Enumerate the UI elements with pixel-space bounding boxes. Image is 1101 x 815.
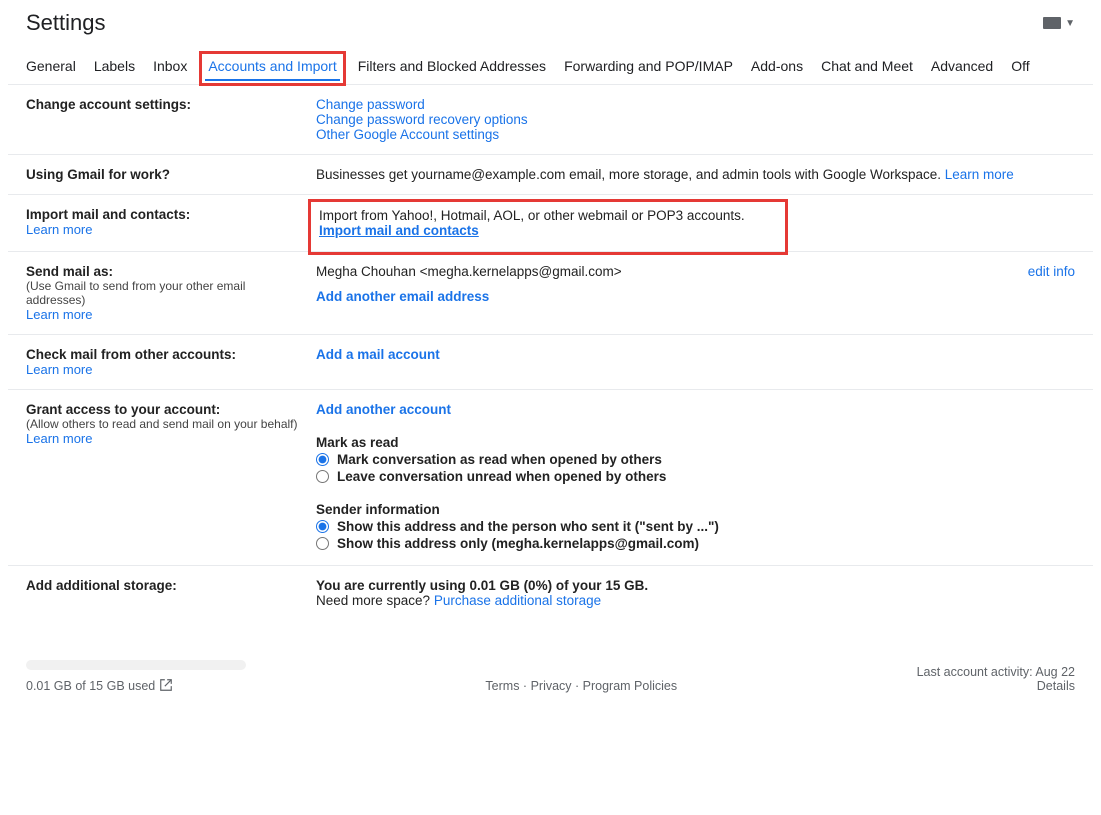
settings-tabs: General Labels Inbox Accounts and Import… xyxy=(8,36,1093,85)
tab-filters[interactable]: Filters and Blocked Addresses xyxy=(358,58,546,74)
section-check-mail: Check mail from other accounts: Learn mo… xyxy=(8,335,1093,390)
other-account-settings-link[interactable]: Other Google Account settings xyxy=(316,127,499,142)
gmail-work-learn-more[interactable]: Learn more xyxy=(945,167,1014,182)
chevron-down-icon: ▼ xyxy=(1065,18,1075,29)
storage-usage-text: You are currently using 0.01 GB (0%) of … xyxy=(316,578,1075,593)
sender-info-radio-b[interactable] xyxy=(316,537,329,550)
tab-offline[interactable]: Off xyxy=(1011,58,1029,74)
section-gmail-work: Using Gmail for work? Businesses get you… xyxy=(8,155,1093,195)
mark-read-radio-b[interactable] xyxy=(316,470,329,483)
tab-advanced[interactable]: Advanced xyxy=(931,58,993,74)
section-import-mail: Import mail and contacts: Learn more Imp… xyxy=(8,195,1093,252)
tab-forwarding[interactable]: Forwarding and POP/IMAP xyxy=(564,58,733,74)
horizontal-scrollbar[interactable] xyxy=(26,660,246,670)
send-mail-as-sub: (Use Gmail to send from your other email… xyxy=(26,279,306,307)
tab-inbox[interactable]: Inbox xyxy=(153,58,187,74)
add-another-email-link[interactable]: Add another email address xyxy=(316,289,489,304)
terms-link[interactable]: Terms xyxy=(485,679,519,693)
open-in-new-icon[interactable] xyxy=(159,679,173,693)
tab-chat-meet[interactable]: Chat and Meet xyxy=(821,58,913,74)
purchase-storage-link[interactable]: Purchase additional storage xyxy=(434,593,601,608)
sender-info-radio-a[interactable] xyxy=(316,520,329,533)
footer-usage: 0.01 GB of 15 GB used xyxy=(26,679,155,693)
add-mail-account-link[interactable]: Add a mail account xyxy=(316,347,440,362)
tab-general[interactable]: General xyxy=(26,58,76,74)
sender-info-option-a[interactable]: Show this address and the person who sen… xyxy=(316,519,1075,534)
section-change-account: Change account settings: Change password… xyxy=(8,85,1093,155)
check-mail-learn-more[interactable]: Learn more xyxy=(26,362,92,377)
tab-accounts-and-import[interactable]: Accounts and Import xyxy=(199,51,345,86)
import-description: Import from Yahoo!, Hotmail, AOL, or oth… xyxy=(319,208,777,223)
input-tools-button[interactable]: ▼ xyxy=(1043,17,1075,29)
section-grant-access: Grant access to your account: (Allow oth… xyxy=(8,390,1093,566)
page-title: Settings xyxy=(26,10,106,36)
change-password-link[interactable]: Change password xyxy=(316,97,425,112)
mark-read-radio-a[interactable] xyxy=(316,453,329,466)
footer: 0.01 GB of 15 GB used Terms · Privacy · … xyxy=(8,620,1093,713)
last-activity: Last account activity: Aug 22 xyxy=(917,665,1075,679)
policies-link[interactable]: Program Policies xyxy=(583,679,677,693)
gmail-work-label: Using Gmail for work? xyxy=(26,167,306,182)
details-link[interactable]: Details xyxy=(1037,679,1075,693)
send-mail-as-identity: Megha Chouhan <megha.kernelapps@gmail.co… xyxy=(316,264,622,279)
import-mail-label: Import mail and contacts: xyxy=(26,207,306,222)
section-storage: Add additional storage: You are currentl… xyxy=(8,566,1093,620)
send-mail-as-label: Send mail as: xyxy=(26,264,306,279)
grant-access-learn-more[interactable]: Learn more xyxy=(26,431,92,446)
edit-info-link[interactable]: edit info xyxy=(1028,264,1075,279)
send-mail-as-learn-more[interactable]: Learn more xyxy=(26,307,92,322)
privacy-link[interactable]: Privacy xyxy=(531,679,572,693)
storage-label: Add additional storage: xyxy=(26,578,306,593)
tab-addons[interactable]: Add-ons xyxy=(751,58,803,74)
sender-info-header: Sender information xyxy=(316,502,1075,517)
mark-as-read-header: Mark as read xyxy=(316,435,1075,450)
grant-access-label: Grant access to your account: xyxy=(26,402,306,417)
gmail-work-text: Businesses get yourname@example.com emai… xyxy=(316,167,945,182)
tab-labels[interactable]: Labels xyxy=(94,58,135,74)
keyboard-icon xyxy=(1043,17,1061,29)
change-recovery-link[interactable]: Change password recovery options xyxy=(316,112,528,127)
import-highlight-box: Import from Yahoo!, Hotmail, AOL, or oth… xyxy=(308,199,788,255)
import-learn-more[interactable]: Learn more xyxy=(26,222,92,237)
storage-need-more: Need more space? xyxy=(316,593,434,608)
mark-as-read-option-a[interactable]: Mark conversation as read when opened by… xyxy=(316,452,1075,467)
section-send-mail-as: Send mail as: (Use Gmail to send from yo… xyxy=(8,252,1093,335)
check-mail-label: Check mail from other accounts: xyxy=(26,347,306,362)
add-another-account-link[interactable]: Add another account xyxy=(316,402,451,417)
mark-as-read-option-b[interactable]: Leave conversation unread when opened by… xyxy=(316,469,1075,484)
grant-access-sub: (Allow others to read and send mail on y… xyxy=(26,417,306,431)
sender-info-option-b[interactable]: Show this address only (megha.kernelapps… xyxy=(316,536,1075,551)
change-account-label: Change account settings: xyxy=(26,97,306,112)
import-mail-contacts-link[interactable]: Import mail and contacts xyxy=(319,223,479,238)
